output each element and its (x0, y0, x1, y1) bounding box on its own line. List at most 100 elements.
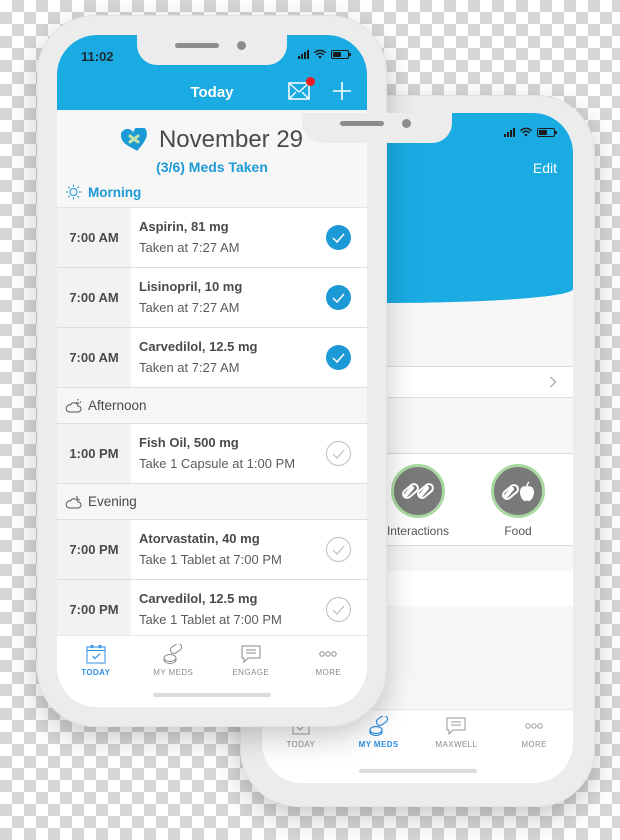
food-check[interactable]: Food (483, 454, 553, 545)
med-detail: Take 1 Capsule at 1:00 PM (139, 456, 296, 471)
inbox-button[interactable] (288, 77, 315, 100)
tab-more[interactable]: MORE (495, 710, 573, 758)
med-info: Aspirin, 81 mg Taken at 7:27 AM (131, 208, 309, 267)
afternoon-med-list: 1:00 PM Fish Oil, 500 mg Take 1 Capsule … (57, 424, 367, 484)
check-outline-icon (325, 597, 351, 622)
med-time: 7:00 AM (57, 208, 131, 267)
notification-badge (306, 77, 315, 86)
status-icons (298, 49, 351, 59)
med-time: 7:00 AM (57, 328, 131, 387)
tab-maxwell-label: MAXWELL (435, 740, 478, 749)
chat-icon (241, 645, 261, 664)
med-check-toggle[interactable] (309, 268, 367, 327)
section-evening: Evening (57, 484, 367, 520)
med-detail: Taken at 7:27 AM (139, 360, 240, 375)
section-morning: Morning (57, 177, 367, 207)
add-medication-button[interactable] (332, 81, 352, 101)
tab-my-meds[interactable]: MY MEDS (135, 636, 213, 684)
section-afternoon-label: Afternoon (88, 398, 147, 413)
cloud-moon-icon (65, 495, 82, 508)
tab-today[interactable]: TODAY (57, 636, 135, 684)
status-icons (504, 127, 557, 137)
med-name: Fish Oil, 500 mg (139, 435, 239, 450)
speaker-grille (175, 43, 219, 48)
morning-med-list: 7:00 AM Aspirin, 81 mg Taken at 7:27 AM … (57, 207, 367, 388)
med-check-toggle[interactable] (309, 520, 367, 579)
tab-engage-label: ENGAGE (232, 668, 270, 677)
med-info: Lisinopril, 10 mg Taken at 7:27 AM (131, 268, 309, 327)
med-row[interactable]: 7:00 PM Atorvastatin, 40 mg Take 1 Table… (57, 520, 367, 580)
today-content: November 29 (3/6) Meds Taken Morning 7:0… (57, 110, 367, 635)
wifi-icon (314, 49, 326, 59)
med-info: Carvedilol, 12.5 mg Taken at 7:27 AM (131, 328, 309, 387)
front-camera (402, 119, 411, 128)
capsules-icon (391, 464, 445, 518)
med-info: Carvedilol, 12.5 mg Take 1 Tablet at 7:0… (131, 580, 309, 635)
med-time: 7:00 PM (57, 520, 131, 579)
med-row[interactable]: 7:00 AM Carvedilol, 12.5 mg Taken at 7:2… (57, 328, 367, 388)
check-outline-icon (325, 537, 351, 562)
home-indicator (153, 693, 271, 697)
check-filled-icon (325, 225, 351, 250)
med-info: Atorvastatin, 40 mg Take 1 Tablet at 7:0… (131, 520, 309, 579)
notch (302, 113, 452, 143)
tab-more-label: MORE (521, 740, 547, 749)
battery-icon (331, 49, 351, 59)
sun-icon (66, 184, 82, 200)
signal-icon (298, 49, 309, 59)
med-detail: Taken at 7:27 AM (139, 240, 240, 255)
pills-icon (369, 716, 388, 736)
med-row[interactable]: 7:00 PM Carvedilol, 12.5 mg Take 1 Table… (57, 580, 367, 635)
tab-today-label: TODAY (81, 668, 111, 677)
front-camera (237, 41, 246, 50)
med-detail: Take 1 Tablet at 7:00 PM (139, 612, 282, 627)
notch (137, 35, 287, 65)
cloud-sun-icon (65, 398, 82, 412)
check-filled-icon (325, 285, 351, 310)
med-detail: Take 1 Tablet at 7:00 PM (139, 552, 282, 567)
calendar-check-icon (86, 644, 106, 664)
signal-icon (504, 127, 515, 137)
chevron-right-icon (550, 376, 557, 388)
tab-more-label: MORE (315, 668, 342, 677)
med-check-toggle[interactable] (309, 328, 367, 387)
tab-bar: TODAY MY MEDS ENGAGE MORE (57, 635, 367, 707)
med-check-toggle[interactable] (309, 580, 367, 635)
more-icon (319, 651, 337, 657)
med-time: 7:00 AM (57, 268, 131, 327)
pills-icon (163, 644, 183, 664)
med-name: Aspirin, 81 mg (139, 219, 229, 234)
med-check-toggle[interactable] (309, 208, 367, 267)
tab-my-meds-label: MY MEDS (358, 740, 399, 749)
med-name: Carvedilol, 12.5 mg (139, 339, 258, 354)
speaker-grille (340, 121, 384, 126)
battery-icon (537, 127, 557, 137)
page-title: Today (190, 84, 234, 101)
med-row[interactable]: 7:00 AM Lisinopril, 10 mg Taken at 7:27 … (57, 268, 367, 328)
status-time: 11:02 (81, 49, 114, 64)
tab-maxwell[interactable]: MAXWELL (418, 710, 496, 758)
med-name: Lisinopril, 10 mg (139, 279, 243, 294)
chat-icon (446, 717, 466, 736)
more-icon (525, 723, 543, 729)
check-filled-icon (325, 345, 351, 370)
tab-more[interactable]: MORE (290, 636, 368, 684)
section-afternoon: Afternoon (57, 388, 367, 424)
tab-engage[interactable]: ENGAGE (212, 636, 290, 684)
edit-button[interactable]: Edit (533, 160, 557, 176)
med-row[interactable]: 7:00 AM Aspirin, 81 mg Taken at 7:27 AM (57, 208, 367, 268)
tab-list: TODAY MY MEDS ENGAGE MORE (57, 636, 367, 684)
tab-my-meds-label: MY MEDS (153, 668, 194, 677)
check-outline-icon (325, 441, 351, 466)
med-info: Fish Oil, 500 mg Take 1 Capsule at 1:00 … (131, 424, 309, 483)
heart-bandage-icon (120, 128, 147, 151)
med-check-toggle[interactable] (309, 424, 367, 483)
med-row[interactable]: 1:00 PM Fish Oil, 500 mg Take 1 Capsule … (57, 424, 367, 484)
med-name: Atorvastatin, 40 mg (139, 531, 260, 546)
section-morning-label: Morning (88, 184, 142, 200)
home-indicator (358, 769, 477, 773)
interactions-check[interactable]: Interactions (383, 454, 453, 545)
med-detail: Taken at 7:27 AM (139, 300, 240, 315)
med-name: Carvedilol, 12.5 mg (139, 591, 258, 606)
section-evening-label: Evening (88, 494, 137, 509)
